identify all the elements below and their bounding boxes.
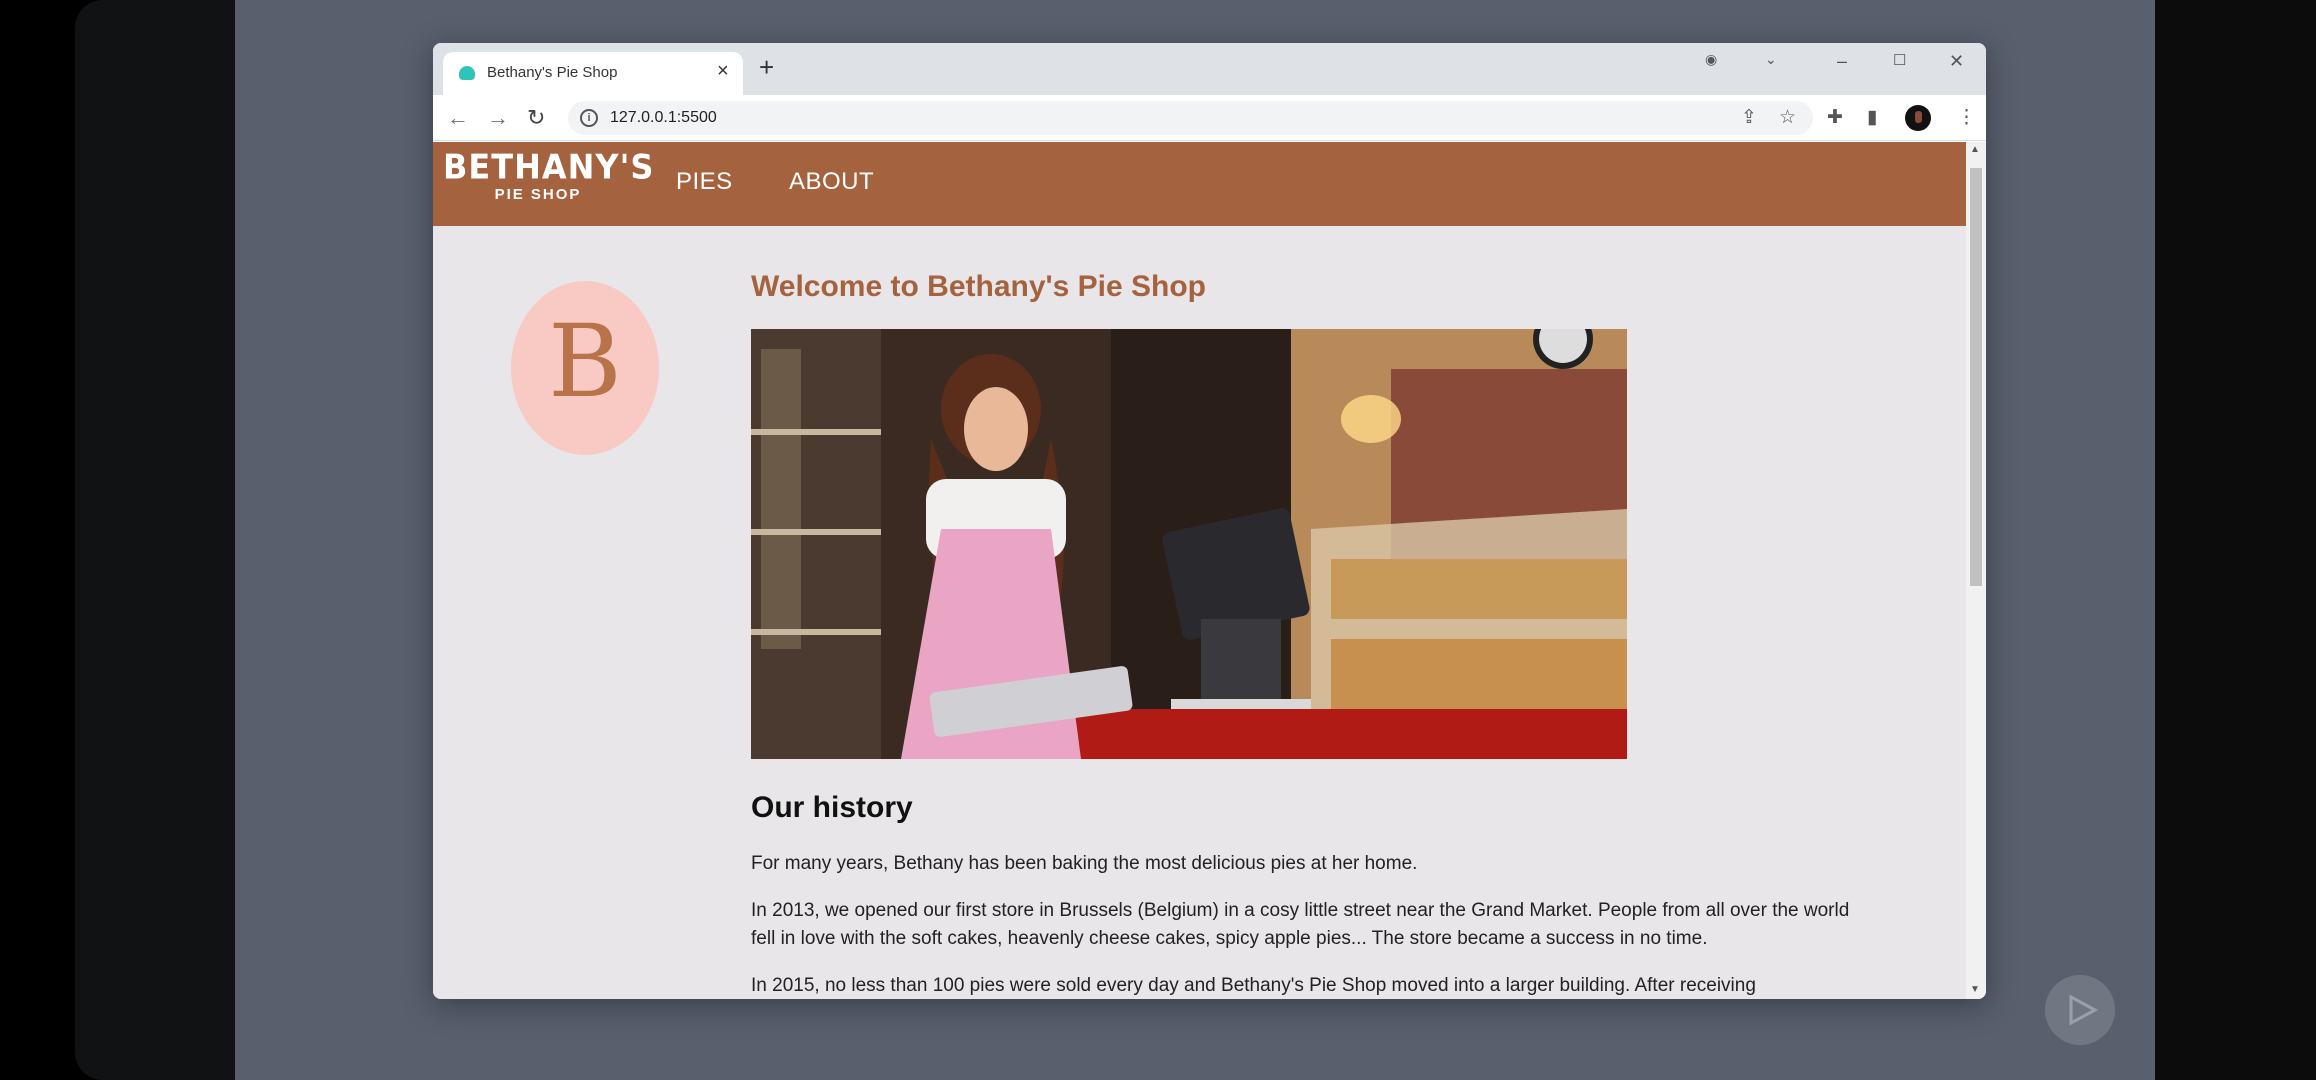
profile-avatar[interactable] (1905, 105, 1931, 131)
extensions-icon[interactable]: ✚ (1827, 106, 1843, 129)
video-play-button[interactable] (2045, 975, 2115, 1045)
tab-title: Bethany's Pie Shop (487, 64, 618, 81)
url-text: 127.0.0.1:5500 (610, 109, 717, 126)
eye-icon[interactable]: ◉ (1705, 51, 1717, 68)
bookmark-star-icon[interactable]: ☆ (1779, 106, 1796, 129)
share-icon[interactable]: ⇪ (1741, 106, 1757, 129)
close-tab-icon[interactable]: × (717, 60, 729, 83)
site-logo[interactable]: BETHANY'S PIE SHOP (443, 147, 655, 216)
browser-toolbar: ← → ↻ i 127.0.0.1:5500 ⇪ ☆ ✚ ▮ ⋮ (433, 95, 1986, 141)
badge-letter: B (548, 303, 622, 420)
play-icon (2069, 994, 2099, 1026)
page-viewport: BETHANY'S PIE SHOP PIES ABOUT B Welcome … (433, 142, 1986, 999)
site-info-icon[interactable]: i (580, 109, 598, 127)
site-header: BETHANY'S PIE SHOP PIES ABOUT (433, 142, 1966, 226)
history-paragraph-1: For many years, Bethany has been baking … (751, 853, 1418, 874)
scroll-thumb[interactable] (1970, 168, 1982, 586)
tab-search-icon[interactable]: ⌄ (1765, 51, 1777, 68)
history-paragraph-2: In 2013, we opened our first store in Br… (751, 900, 1850, 949)
history-title: Our history (751, 791, 913, 824)
bakery-photo (751, 329, 1627, 759)
side-panel-icon[interactable]: ▮ (1867, 106, 1877, 129)
reload-icon[interactable]: ↻ (527, 105, 545, 131)
tab-strip: Bethany's Pie Shop × + ◉ ⌄ – ☐ ✕ (433, 43, 1986, 95)
logo-sub-text: PIE SHOP (494, 186, 582, 203)
brand-badge: B (511, 281, 659, 455)
right-dark-panel (2155, 0, 2316, 1080)
maximize-button[interactable]: ☐ (1893, 51, 1906, 69)
nav-about[interactable]: ABOUT (789, 168, 874, 196)
close-window-button[interactable]: ✕ (1949, 51, 1964, 72)
forward-icon[interactable]: → (487, 105, 509, 131)
back-icon[interactable]: ← (447, 105, 469, 131)
scroll-down-icon[interactable]: ▼ (1970, 984, 1980, 995)
browser-window: Bethany's Pie Shop × + ◉ ⌄ – ☐ ✕ ← → ↻ i… (433, 43, 1986, 999)
hero-image (751, 329, 1627, 759)
browser-tab[interactable]: Bethany's Pie Shop × (443, 52, 743, 95)
page-title: Welcome to Bethany's Pie Shop (751, 270, 1207, 303)
favicon-icon (459, 66, 475, 80)
new-tab-button[interactable]: + (759, 54, 774, 80)
vertical-scrollbar[interactable]: ▲ ▼ (1966, 142, 1986, 999)
logo-main-text: BETHANY'S (443, 147, 655, 187)
left-black-edge (0, 0, 75, 1080)
scroll-up-icon[interactable]: ▲ (1970, 144, 1980, 155)
menu-kebab-icon[interactable]: ⋮ (1957, 106, 1976, 129)
history-paragraph-3: In 2015, no less than 100 pies were sold… (751, 975, 1756, 996)
minimize-button[interactable]: – (1837, 51, 1847, 72)
nav-pies[interactable]: PIES (676, 168, 733, 196)
left-dark-panel (75, 0, 235, 1080)
address-bar[interactable]: i 127.0.0.1:5500 (568, 101, 1813, 135)
